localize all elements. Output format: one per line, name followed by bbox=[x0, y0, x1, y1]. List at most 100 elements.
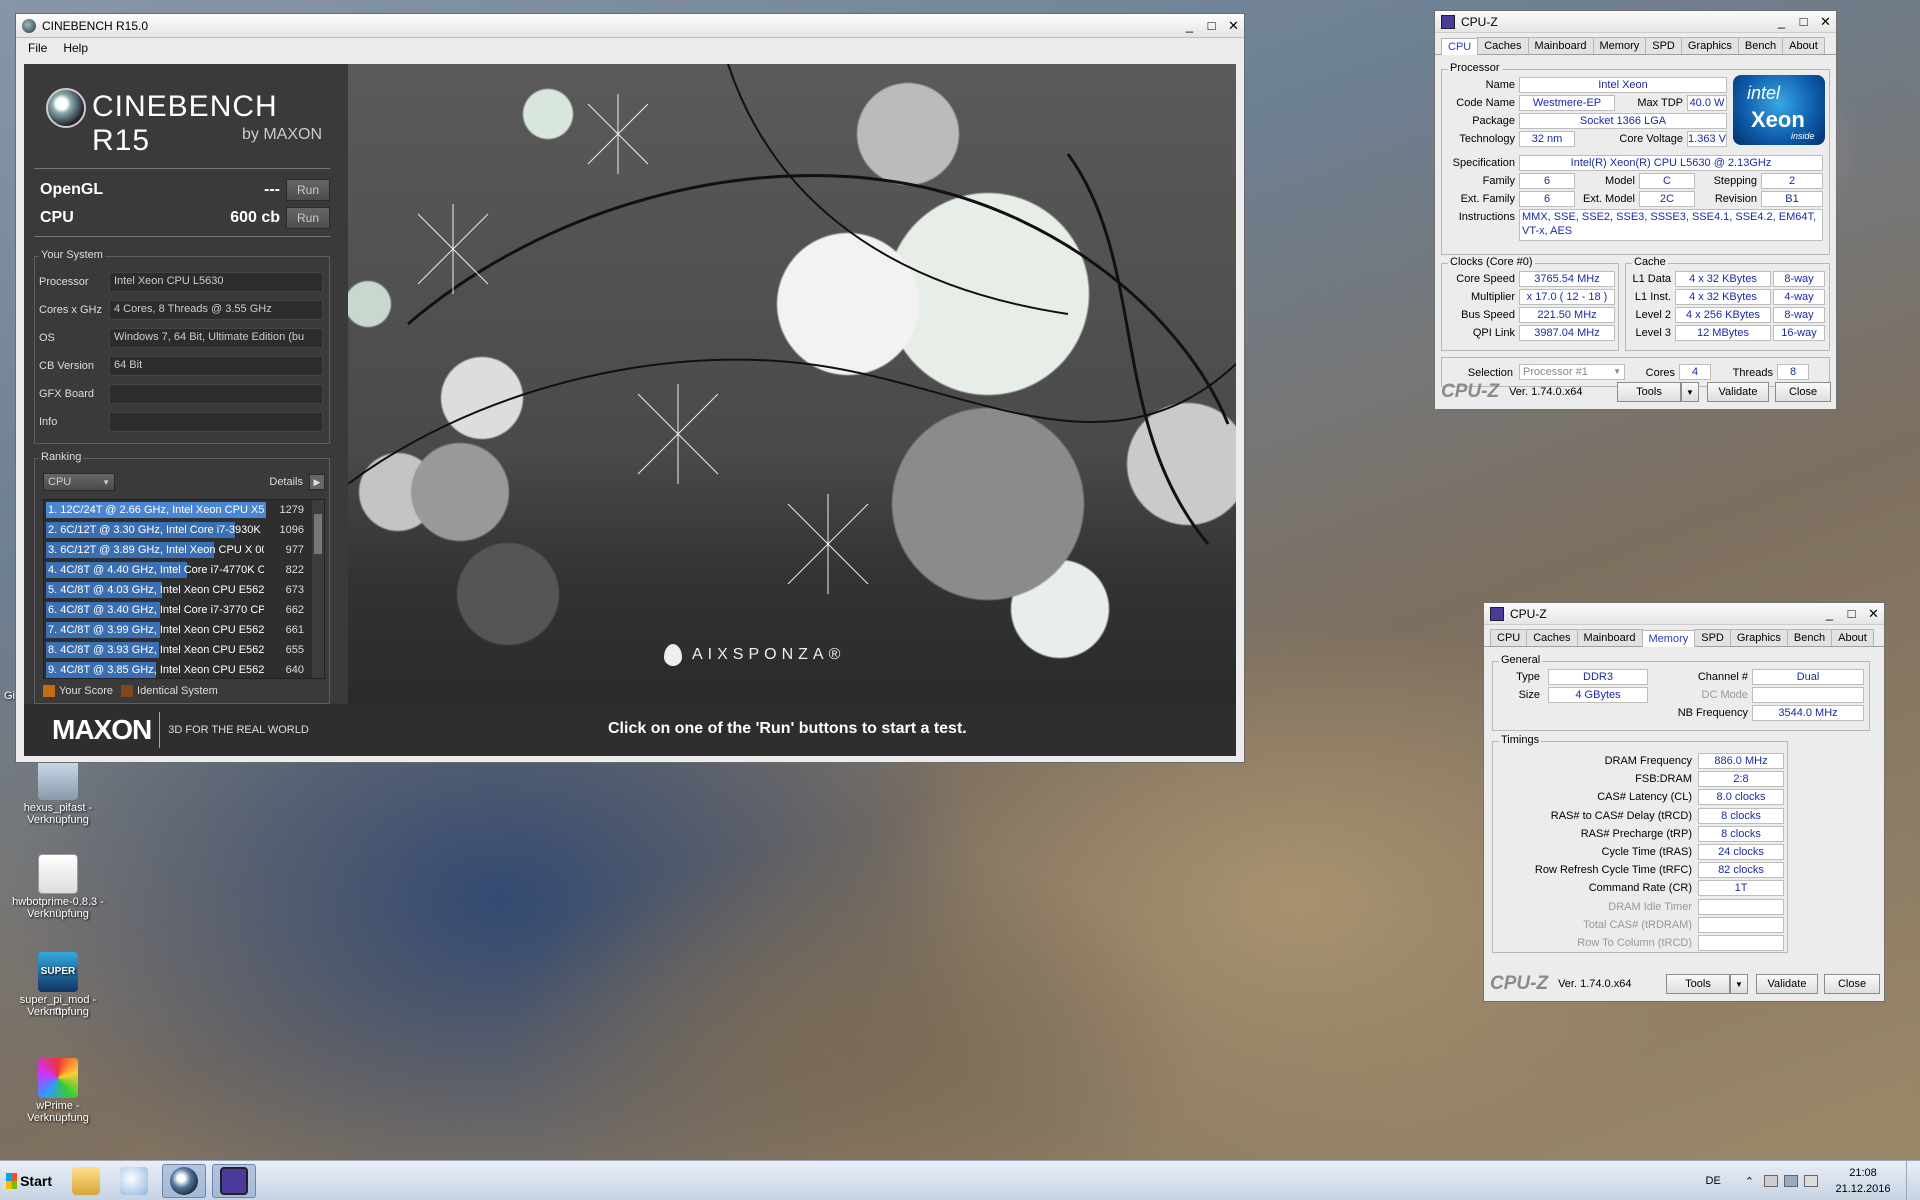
ranking-list[interactable]: 1. 12C/24T @ 2.66 GHz, Intel Xeon CPU X5… bbox=[43, 499, 325, 679]
system-value[interactable] bbox=[109, 384, 323, 404]
tab-about[interactable]: About bbox=[1782, 37, 1825, 54]
minimize-button[interactable]: _ bbox=[1178, 14, 1200, 37]
windows-logo-icon bbox=[6, 1173, 18, 1189]
desktop-icon-wprime[interactable]: wPrime - Verknüpfung bbox=[10, 1058, 106, 1124]
taskbar-paint[interactable] bbox=[112, 1164, 156, 1198]
l3-way: 16-way bbox=[1773, 325, 1825, 341]
l3-value: 12 MBytes bbox=[1675, 325, 1771, 341]
tools-dropdown-button[interactable]: ▼ bbox=[1730, 974, 1748, 994]
maximize-button[interactable]: □ bbox=[1840, 603, 1862, 624]
ranking-row[interactable]: 3. 6C/12T @ 3.89 GHz, Intel Xeon CPU X 0… bbox=[44, 540, 324, 560]
desktop-icon-label: hexus_pifast - Verknüpfung bbox=[23, 802, 93, 826]
ranking-row[interactable]: 5. 4C/8T @ 4.03 GHz, Intel Xeon CPU E562… bbox=[44, 580, 324, 600]
volume-icon[interactable] bbox=[1804, 1175, 1818, 1187]
maximize-button[interactable]: □ bbox=[1792, 11, 1814, 32]
timing-label: CAS# Latency (CL) bbox=[1597, 791, 1692, 804]
size-label: Size bbox=[1518, 689, 1540, 701]
close-button[interactable]: ✕ bbox=[1862, 603, 1884, 624]
tab-memory[interactable]: Memory bbox=[1592, 37, 1647, 54]
tools-dropdown-button[interactable]: ▼ bbox=[1681, 382, 1699, 402]
scroll-thumb[interactable] bbox=[314, 514, 322, 554]
desktop-icon-hwbotprime[interactable]: hwbotprime-0.8.3 - Verknüpfung bbox=[10, 854, 106, 920]
minimize-button[interactable]: _ bbox=[1818, 603, 1840, 624]
ranking-row[interactable]: 1. 12C/24T @ 2.66 GHz, Intel Xeon CPU X5… bbox=[44, 500, 324, 520]
taskbar-cinebench[interactable] bbox=[162, 1164, 206, 1198]
cinebench-titlebar[interactable]: CINEBENCH R15.0 _ □ ✕ bbox=[16, 14, 1244, 38]
cpu-run-button[interactable]: Run bbox=[286, 207, 330, 229]
taskbar-explorer[interactable] bbox=[64, 1164, 108, 1198]
system-value[interactable] bbox=[109, 412, 323, 432]
desktop-icon-super-pi[interactable]: SUPER π super_pi_mod - Verknüpfung bbox=[10, 952, 106, 1018]
chevron-up-icon[interactable]: ⌃ bbox=[1745, 1175, 1754, 1188]
clock[interactable]: 21:08 21.12.2016 bbox=[1826, 1165, 1900, 1197]
maximize-button[interactable]: □ bbox=[1200, 14, 1222, 37]
details-control[interactable]: Details ▶ bbox=[269, 474, 325, 490]
tab-spd[interactable]: SPD bbox=[1694, 629, 1731, 646]
language-indicator[interactable]: DE bbox=[1706, 1175, 1721, 1187]
qpi-value: 3987.04 MHz bbox=[1519, 325, 1615, 341]
tab-caches[interactable]: Caches bbox=[1477, 37, 1529, 54]
ranking-row[interactable]: 4. 4C/8T @ 4.40 GHz, Intel Core i7-4770K… bbox=[44, 560, 324, 580]
show-desktop-button[interactable] bbox=[1906, 1161, 1920, 1200]
system-value[interactable]: 64 Bit bbox=[109, 356, 323, 376]
system-value[interactable]: Intel Xeon CPU L5630 bbox=[109, 272, 323, 292]
tools-button[interactable]: Tools bbox=[1617, 382, 1681, 402]
menu-file[interactable]: File bbox=[28, 41, 47, 55]
tab-graphics[interactable]: Graphics bbox=[1680, 37, 1739, 54]
tab-mainboard[interactable]: Mainboard bbox=[1527, 37, 1594, 54]
cpuz-icon bbox=[220, 1167, 248, 1195]
tab-graphics[interactable]: Graphics bbox=[1729, 629, 1788, 646]
ranking-row[interactable]: 7. 4C/8T @ 3.99 GHz, Intel Xeon CPU E562… bbox=[44, 620, 324, 640]
network-icon[interactable] bbox=[1784, 1175, 1798, 1187]
ranking-row[interactable]: 8. 4C/8T @ 3.93 GHz, Intel Xeon CPU E562… bbox=[44, 640, 324, 660]
processor-select[interactable]: Processor #1 ▼ bbox=[1519, 364, 1625, 380]
tab-caches[interactable]: Caches bbox=[1526, 629, 1578, 646]
tab-cpu[interactable]: CPU bbox=[1490, 629, 1528, 646]
timing-label: DRAM Idle Timer bbox=[1608, 900, 1692, 913]
tab-cpu[interactable]: CPU bbox=[1441, 38, 1479, 55]
tab-bench[interactable]: Bench bbox=[1786, 629, 1833, 646]
ranking-text: 6. 4C/8T @ 3.40 GHz, Intel Core i7-3770 … bbox=[48, 604, 264, 616]
close-dialog-button[interactable]: Close bbox=[1775, 382, 1831, 402]
validate-button[interactable]: Validate bbox=[1707, 382, 1769, 402]
tab-spd[interactable]: SPD bbox=[1645, 37, 1682, 54]
validate-button[interactable]: Validate bbox=[1756, 974, 1818, 994]
tab-memory[interactable]: Memory bbox=[1641, 630, 1696, 647]
tab-bench[interactable]: Bench bbox=[1737, 37, 1784, 54]
close-button[interactable]: ✕ bbox=[1814, 11, 1836, 32]
ranking-filter-dropdown[interactable]: CPU ▼ bbox=[43, 473, 115, 491]
opengl-run-button[interactable]: Run bbox=[286, 179, 330, 201]
desktop-icon-hexus-pifast[interactable]: hexus_pifast - Verknüpfung bbox=[10, 760, 106, 826]
tools-button[interactable]: Tools bbox=[1666, 974, 1730, 994]
system-value[interactable]: Windows 7, 64 Bit, Ultimate Edition (bu bbox=[109, 328, 323, 348]
l2-way: 8-way bbox=[1773, 307, 1825, 323]
extmodel-label: Ext. Model bbox=[1583, 193, 1635, 205]
cpuz-titlebar[interactable]: CPU-Z _ □ ✕ bbox=[1435, 11, 1836, 33]
ranking-scrollbar[interactable] bbox=[312, 500, 324, 678]
ranking-row[interactable]: 9. 4C/8T @ 3.85 GHz, Intel Xeon CPU E562… bbox=[44, 660, 324, 678]
taskbar-cpuz[interactable] bbox=[212, 1164, 256, 1198]
timing-value bbox=[1698, 898, 1784, 915]
package-label: Package bbox=[1472, 115, 1515, 127]
close-button[interactable]: ✕ bbox=[1222, 14, 1244, 37]
minimize-button[interactable]: _ bbox=[1770, 11, 1792, 32]
start-button[interactable]: Start bbox=[2, 1165, 52, 1197]
opengl-value: --- bbox=[264, 181, 280, 198]
play-icon[interactable]: ▶ bbox=[309, 474, 325, 490]
model-label: Model bbox=[1605, 175, 1635, 187]
ranking-row[interactable]: 2. 6C/12T @ 3.30 GHz, Intel Core i7-3930… bbox=[44, 520, 324, 540]
tab-mainboard[interactable]: Mainboard bbox=[1576, 629, 1643, 646]
flag-icon[interactable] bbox=[1764, 1175, 1778, 1187]
ranking-row[interactable]: 6. 4C/8T @ 3.40 GHz, Intel Core i7-3770 … bbox=[44, 600, 324, 620]
corevoltage-value: 1.363 V bbox=[1687, 131, 1727, 147]
system-value[interactable]: 4 Cores, 8 Threads @ 3.55 GHz bbox=[109, 300, 323, 320]
tab-about[interactable]: About bbox=[1831, 629, 1874, 646]
cpuz-titlebar[interactable]: CPU-Z _ □ ✕ bbox=[1484, 603, 1884, 625]
ranking-filter-value: CPU bbox=[48, 476, 72, 488]
cores-label: Cores bbox=[1645, 367, 1675, 379]
l3-label: Level 3 bbox=[1635, 327, 1671, 339]
close-dialog-button[interactable]: Close bbox=[1824, 974, 1880, 994]
cores-value: 4 bbox=[1679, 364, 1711, 380]
menu-help[interactable]: Help bbox=[63, 41, 88, 55]
xeon-word: Xeon bbox=[1751, 107, 1805, 132]
